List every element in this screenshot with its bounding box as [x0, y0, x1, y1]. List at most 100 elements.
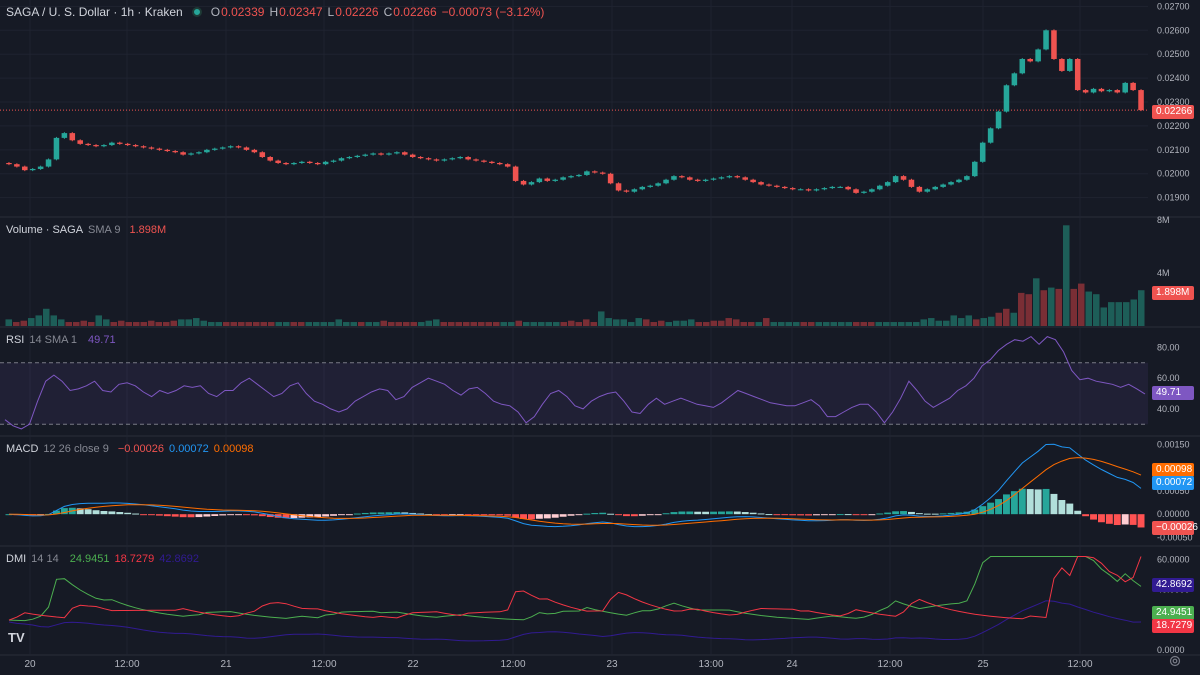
macd-histogram-bar [132, 513, 140, 515]
volume-bar [515, 320, 522, 326]
candle-body [512, 166, 519, 181]
volume-bar [1085, 291, 1092, 326]
candle-body [386, 153, 392, 155]
price-tick-label: 0.02600 [1157, 25, 1190, 35]
candle-body [370, 153, 376, 155]
volume-bar [620, 319, 627, 326]
price-change: −0.00073 (−3.12%) [441, 5, 545, 19]
volume-bar [1018, 292, 1025, 326]
volume-bar [980, 318, 987, 326]
volume-bar [35, 315, 42, 326]
rsi-tick-label: 80.00 [1157, 342, 1180, 352]
candle-body [172, 151, 178, 153]
volume-bar [335, 319, 342, 326]
candle-body [1074, 58, 1081, 91]
volume-bar [965, 315, 972, 326]
volume-bar [95, 315, 102, 326]
macd-legend[interactable]: MACD 12 26 close 9 −0.00026 0.00072 0.00… [6, 443, 254, 455]
volume-bar [208, 322, 215, 326]
volume-tick-label: 8M [1157, 215, 1170, 225]
macd-histogram-bar [1105, 514, 1113, 524]
candle-body [607, 173, 614, 184]
price-tick-label: 0.01900 [1157, 193, 1190, 203]
macd-histogram-bar [670, 512, 678, 515]
candle-body [101, 145, 107, 147]
volume-bar [1115, 302, 1122, 326]
macd-histogram-bar [710, 511, 717, 515]
candle-body [528, 182, 535, 185]
macd-histogram-bar [179, 514, 187, 518]
candle-body [235, 146, 242, 148]
volume-bar [1003, 308, 1010, 326]
volume-bar [958, 318, 965, 326]
macd-histogram-bar [140, 514, 147, 516]
macd-histogram-bar [702, 511, 710, 515]
symbol-legend[interactable]: SAGA / U. S. Dollar · 1h · Kraken O 0.023… [6, 5, 544, 19]
candle-body [932, 186, 938, 190]
volume-bar [433, 319, 440, 326]
volume-bar [778, 322, 785, 326]
candle-body [1114, 90, 1121, 93]
volume-bar [178, 319, 185, 326]
candle-body [710, 178, 717, 180]
dmi-params: 14 14 [31, 553, 59, 565]
volume-tick-label: 4M [1157, 268, 1170, 278]
macd-histogram-bar [171, 514, 179, 517]
rsi-legend[interactable]: RSI 14 SMA 1 49.71 [6, 334, 116, 346]
macd-histogram-bar [1137, 514, 1145, 528]
volume-bar [140, 322, 147, 326]
volume-bar [755, 322, 762, 326]
volume-bar [853, 322, 860, 326]
volume-legend[interactable]: Volume · SAGA SMA 9 1.898M [6, 224, 166, 236]
macd-histogram-bar [100, 510, 108, 515]
candle-body [93, 145, 99, 147]
rsi-band [0, 362, 1148, 425]
macd-histogram-bar [876, 513, 884, 515]
candle-body [77, 140, 83, 144]
volume-bar [448, 322, 455, 326]
candle-body [1003, 85, 1010, 112]
tradingview-logo-icon[interactable]: TV [8, 630, 25, 645]
candle-body [1019, 58, 1026, 74]
candle-body [552, 179, 558, 181]
candle-body [750, 179, 756, 183]
chart-canvas[interactable]: 20 12:00 21 12:00 22 12:00 23 13:00 24 12:00 25 12:… [0, 0, 1200, 675]
volume-bar [425, 320, 432, 326]
macd-histogram-bar [250, 514, 258, 516]
volume-bar [28, 318, 35, 326]
volume-bar [260, 322, 267, 326]
candle-body [433, 159, 440, 161]
candle-body [251, 149, 258, 153]
macd-histogram-bar [1034, 489, 1042, 515]
volume-bar [703, 322, 710, 326]
candle-body [212, 148, 218, 150]
dmi-adx-value: 42.8692 [159, 553, 199, 565]
candle-body [148, 147, 155, 149]
volume-bar [193, 318, 200, 326]
macd-histogram-bar [813, 514, 820, 516]
volume-value: 1.898M [129, 224, 167, 236]
dmi-plus-value: 24.9451 [69, 553, 110, 565]
volume-bar [5, 319, 12, 326]
macd-histogram-bar [155, 514, 163, 516]
candle-body [259, 152, 266, 158]
candle-body [307, 161, 313, 163]
macd-histogram-bar [92, 510, 100, 515]
volume-bar [583, 319, 590, 326]
candle-body [979, 142, 986, 162]
candle-body [6, 162, 12, 165]
candle-body [465, 157, 471, 160]
gear-icon[interactable] [1168, 654, 1182, 668]
volume-bar [830, 322, 837, 326]
candle-body [29, 168, 36, 171]
macd-histogram-bar [741, 512, 749, 515]
candle-body [402, 152, 408, 155]
dmi-legend[interactable]: DMI 14 14 24.9451 18.7279 42.8692 [6, 553, 199, 565]
volume-bar [860, 322, 867, 326]
candle-body [734, 176, 741, 178]
candle-body [639, 186, 646, 190]
volume-bar [838, 322, 845, 326]
candle-body [330, 160, 337, 162]
volume-bar [298, 322, 305, 326]
candle-body [623, 190, 630, 192]
